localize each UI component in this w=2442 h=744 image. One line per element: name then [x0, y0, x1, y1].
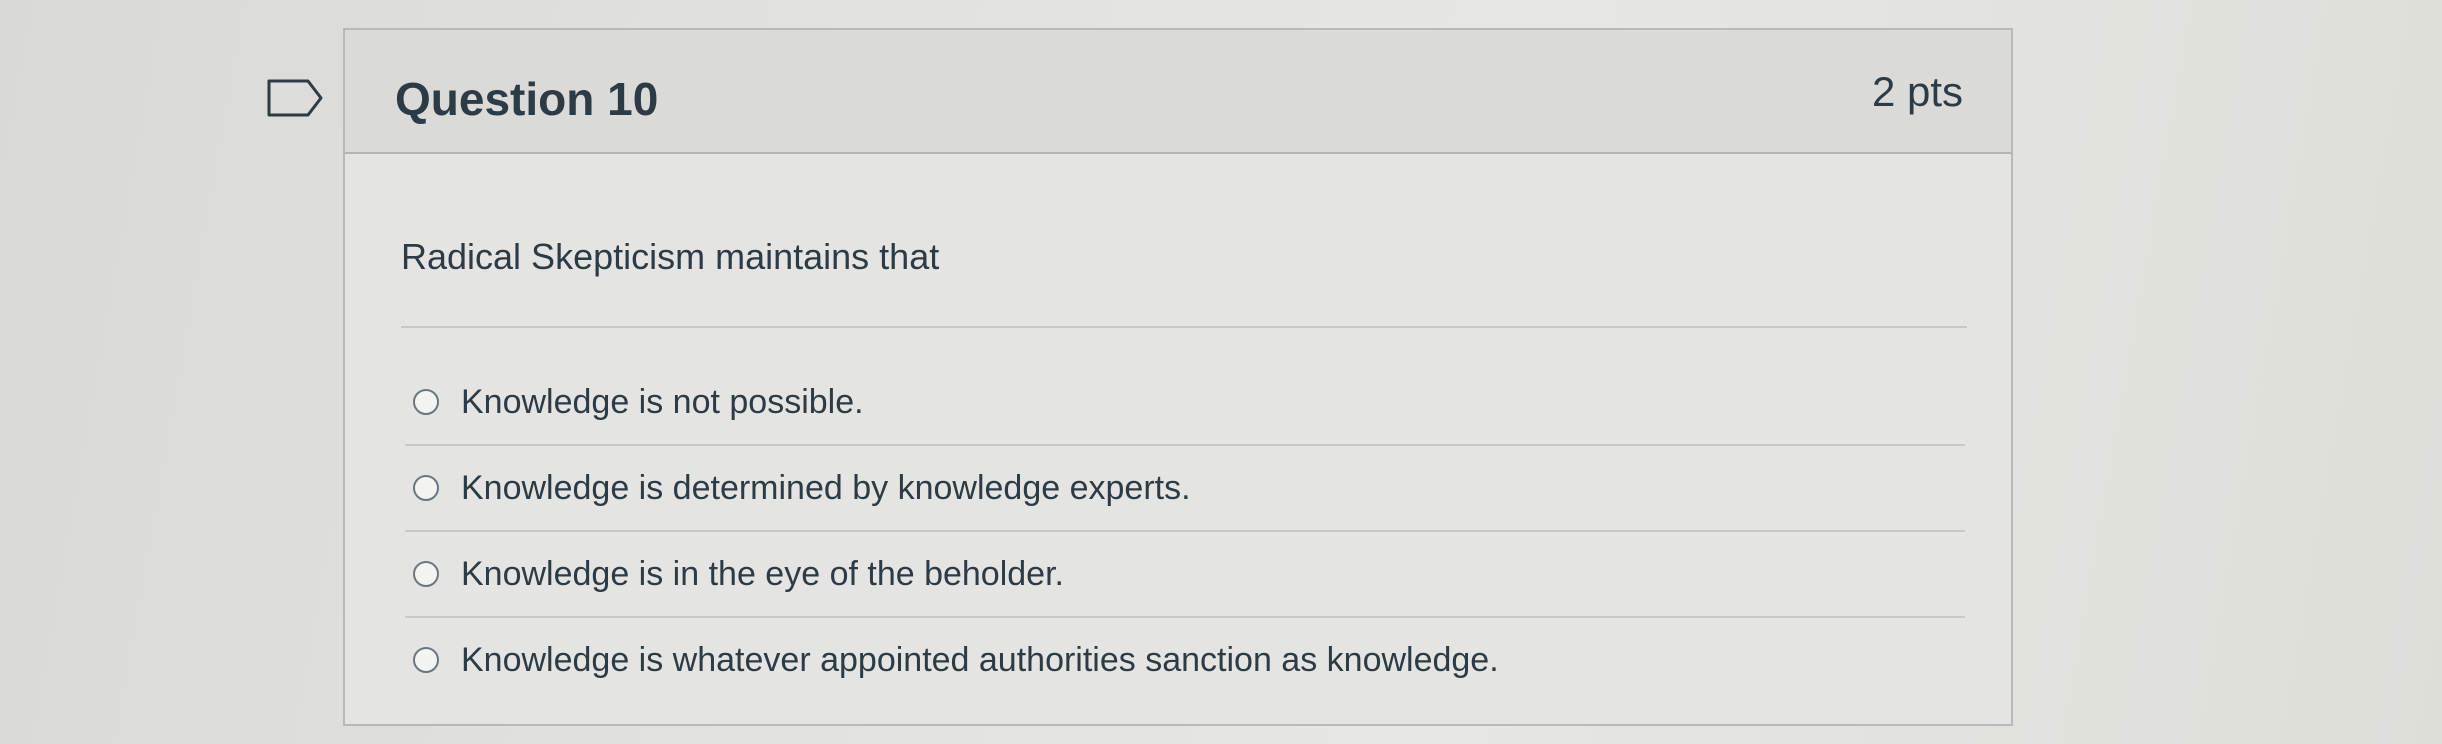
flag-question-icon[interactable] — [266, 78, 324, 118]
question-header: Question 10 2 pts — [345, 30, 2011, 154]
question-prompt: Radical Skepticism maintains that — [401, 236, 940, 277]
answer-list: Knowledge is not possible. Knowledge is … — [405, 360, 1965, 702]
answer-label[interactable]: Knowledge is not possible. — [461, 383, 864, 422]
radio-button[interactable] — [413, 475, 439, 501]
question-points: 2 pts — [1871, 68, 1963, 115]
answer-label[interactable]: Knowledge is in the eye of the beholder. — [461, 555, 1064, 594]
question-card: Question 10 2 pts Radical Skepticism mai… — [343, 28, 2013, 726]
answer-option[interactable]: Knowledge is in the eye of the beholder. — [405, 532, 1965, 618]
answer-option[interactable]: Knowledge is determined by knowledge exp… — [405, 446, 1965, 532]
answer-label[interactable]: Knowledge is whatever appointed authorit… — [461, 641, 1499, 680]
answer-label[interactable]: Knowledge is determined by knowledge exp… — [461, 469, 1191, 508]
radio-button[interactable] — [413, 561, 439, 587]
radio-button[interactable] — [413, 647, 439, 673]
radio-button[interactable] — [413, 389, 439, 415]
divider — [401, 326, 1967, 328]
question-title: Question 10 — [395, 73, 659, 125]
answer-option[interactable]: Knowledge is not possible. — [405, 360, 1965, 446]
answer-option[interactable]: Knowledge is whatever appointed authorit… — [405, 618, 1965, 702]
